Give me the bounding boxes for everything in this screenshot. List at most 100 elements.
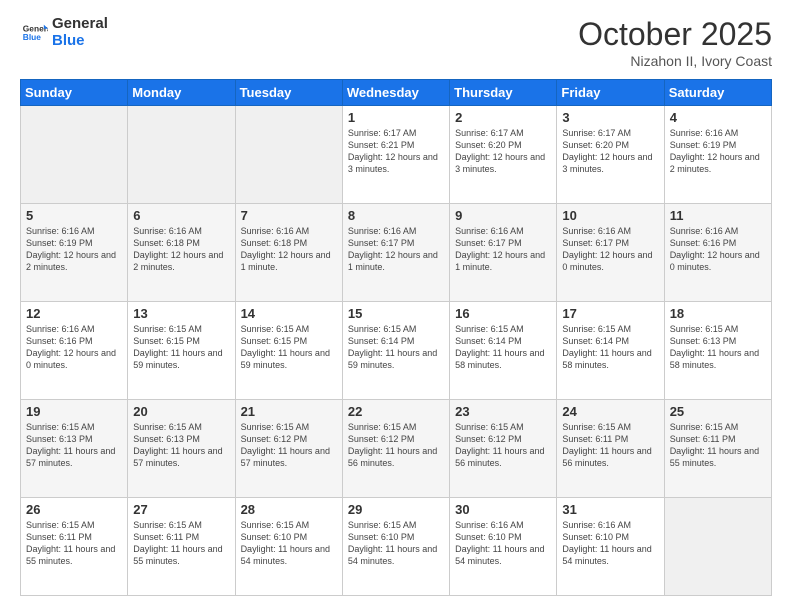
table-row: [21, 106, 128, 204]
day-number: 21: [241, 404, 337, 419]
table-row: 5Sunrise: 6:16 AM Sunset: 6:19 PM Daylig…: [21, 204, 128, 302]
day-number: 22: [348, 404, 444, 419]
col-wednesday: Wednesday: [342, 80, 449, 106]
day-number: 13: [133, 306, 229, 321]
calendar-week-row: 26 Sunrise: 6:15 AM Sunset: 6:11 PM Dayli…: [21, 498, 772, 596]
day-number: 19: [26, 404, 122, 419]
day-info: Sunrise: 6:15 AM Sunset: 6:11 PM Dayligh…: [562, 421, 658, 470]
table-row: 18Sunrise: 6:15 AM Sunset: 6:13 PM Dayli…: [664, 302, 771, 400]
day-info: Sunrise: 6:15 AM Sunset: 6:10 PM Dayligh…: [241, 519, 337, 568]
table-row: [235, 106, 342, 204]
svg-text:Blue: Blue: [23, 32, 41, 42]
table-row: 15 Sunrise: 6:15 AM Sunset: 6:14 PM Dayli…: [342, 302, 449, 400]
table-row: 6 Sunrise: 6:16 AM Sunset: 6:18 PM Daylig…: [128, 204, 235, 302]
table-row: 22Sunrise: 6:15 AM Sunset: 6:12 PM Dayli…: [342, 400, 449, 498]
day-info: Sunrise: 6:16 AM Sunset: 6:10 PM Dayligh…: [562, 519, 658, 568]
day-info: Sunrise: 6:17 AM Sunset: 6:21 PM Dayligh…: [348, 127, 444, 176]
day-number: 29: [348, 502, 444, 517]
day-number: 18: [670, 306, 766, 321]
day-info: Sunrise: 6:15 AM Sunset: 6:11 PM Dayligh…: [26, 519, 122, 568]
col-monday: Monday: [128, 80, 235, 106]
table-row: [128, 106, 235, 204]
header: General Blue General Blue October 2025 N…: [20, 16, 772, 69]
table-row: 14 Sunrise: 6:15 AM Sunset: 6:15 PM Dayli…: [235, 302, 342, 400]
table-row: 19 Sunrise: 6:15 AM Sunset: 6:13 PM Dayli…: [21, 400, 128, 498]
day-info: Sunrise: 6:15 AM Sunset: 6:14 PM Dayligh…: [455, 323, 551, 372]
day-number: 14: [241, 306, 337, 321]
table-row: 16 Sunrise: 6:15 AM Sunset: 6:14 PM Dayli…: [450, 302, 557, 400]
table-row: 8 Sunrise: 6:16 AM Sunset: 6:17 PM Daylig…: [342, 204, 449, 302]
day-info: Sunrise: 6:16 AM Sunset: 6:17 PM Dayligh…: [348, 225, 444, 274]
day-number: 4: [670, 110, 766, 125]
table-row: 7 Sunrise: 6:16 AM Sunset: 6:18 PM Daylig…: [235, 204, 342, 302]
day-number: 1: [348, 110, 444, 125]
day-number: 7: [241, 208, 337, 223]
day-info: Sunrise: 6:16 AM Sunset: 6:18 PM Dayligh…: [241, 225, 337, 274]
day-number: 15: [348, 306, 444, 321]
day-number: 28: [241, 502, 337, 517]
day-number: 6: [133, 208, 229, 223]
title-block: October 2025 Nizahon II, Ivory Coast: [578, 16, 772, 69]
day-number: 16: [455, 306, 551, 321]
table-row: 28 Sunrise: 6:15 AM Sunset: 6:10 PM Dayli…: [235, 498, 342, 596]
day-info: Sunrise: 6:16 AM Sunset: 6:18 PM Dayligh…: [133, 225, 229, 274]
col-thursday: Thursday: [450, 80, 557, 106]
day-number: 10: [562, 208, 658, 223]
table-row: 13 Sunrise: 6:15 AM Sunset: 6:15 PM Dayli…: [128, 302, 235, 400]
day-number: 17: [562, 306, 658, 321]
table-row: 27Sunrise: 6:15 AM Sunset: 6:11 PM Dayli…: [128, 498, 235, 596]
logo-icon: General Blue: [20, 19, 48, 47]
day-info: Sunrise: 6:16 AM Sunset: 6:19 PM Dayligh…: [670, 127, 766, 176]
day-info: Sunrise: 6:15 AM Sunset: 6:10 PM Dayligh…: [348, 519, 444, 568]
day-number: 9: [455, 208, 551, 223]
table-row: 3 Sunrise: 6:17 AM Sunset: 6:20 PM Daylig…: [557, 106, 664, 204]
col-saturday: Saturday: [664, 80, 771, 106]
day-number: 20: [133, 404, 229, 419]
logo-text-blue: Blue: [52, 33, 108, 50]
day-info: Sunrise: 6:15 AM Sunset: 6:13 PM Dayligh…: [26, 421, 122, 470]
day-info: Sunrise: 6:16 AM Sunset: 6:10 PM Dayligh…: [455, 519, 551, 568]
day-number: 3: [562, 110, 658, 125]
calendar-week-row: 1 Sunrise: 6:17 AM Sunset: 6:21 PM Daylig…: [21, 106, 772, 204]
day-info: Sunrise: 6:17 AM Sunset: 6:20 PM Dayligh…: [562, 127, 658, 176]
col-tuesday: Tuesday: [235, 80, 342, 106]
day-number: 31: [562, 502, 658, 517]
day-info: Sunrise: 6:15 AM Sunset: 6:14 PM Dayligh…: [348, 323, 444, 372]
day-info: Sunrise: 6:17 AM Sunset: 6:20 PM Dayligh…: [455, 127, 551, 176]
table-row: 17Sunrise: 6:15 AM Sunset: 6:14 PM Dayli…: [557, 302, 664, 400]
table-row: 12Sunrise: 6:16 AM Sunset: 6:16 PM Dayli…: [21, 302, 128, 400]
calendar-week-row: 12Sunrise: 6:16 AM Sunset: 6:16 PM Dayli…: [21, 302, 772, 400]
table-row: [664, 498, 771, 596]
day-info: Sunrise: 6:15 AM Sunset: 6:11 PM Dayligh…: [670, 421, 766, 470]
day-number: 8: [348, 208, 444, 223]
table-row: 9 Sunrise: 6:16 AM Sunset: 6:17 PM Daylig…: [450, 204, 557, 302]
table-row: 31 Sunrise: 6:16 AM Sunset: 6:10 PM Dayli…: [557, 498, 664, 596]
day-info: Sunrise: 6:15 AM Sunset: 6:12 PM Dayligh…: [455, 421, 551, 470]
table-row: 4 Sunrise: 6:16 AM Sunset: 6:19 PM Daylig…: [664, 106, 771, 204]
table-row: 30Sunrise: 6:16 AM Sunset: 6:10 PM Dayli…: [450, 498, 557, 596]
table-row: 10 Sunrise: 6:16 AM Sunset: 6:17 PM Dayli…: [557, 204, 664, 302]
table-row: 25Sunrise: 6:15 AM Sunset: 6:11 PM Dayli…: [664, 400, 771, 498]
logo-text-general: General: [52, 16, 108, 33]
logo: General Blue General Blue: [20, 16, 108, 49]
table-row: 26 Sunrise: 6:15 AM Sunset: 6:11 PM Dayli…: [21, 498, 128, 596]
table-row: 24 Sunrise: 6:15 AM Sunset: 6:11 PM Dayli…: [557, 400, 664, 498]
day-info: Sunrise: 6:15 AM Sunset: 6:15 PM Dayligh…: [133, 323, 229, 372]
col-sunday: Sunday: [21, 80, 128, 106]
table-row: 21 Sunrise: 6:15 AM Sunset: 6:12 PM Dayli…: [235, 400, 342, 498]
day-number: 2: [455, 110, 551, 125]
day-info: Sunrise: 6:16 AM Sunset: 6:17 PM Dayligh…: [455, 225, 551, 274]
table-row: 11Sunrise: 6:16 AM Sunset: 6:16 PM Dayli…: [664, 204, 771, 302]
day-info: Sunrise: 6:15 AM Sunset: 6:12 PM Dayligh…: [241, 421, 337, 470]
day-info: Sunrise: 6:16 AM Sunset: 6:16 PM Dayligh…: [670, 225, 766, 274]
calendar-week-row: 19 Sunrise: 6:15 AM Sunset: 6:13 PM Dayli…: [21, 400, 772, 498]
day-info: Sunrise: 6:15 AM Sunset: 6:15 PM Dayligh…: [241, 323, 337, 372]
table-row: 2 Sunrise: 6:17 AM Sunset: 6:20 PM Daylig…: [450, 106, 557, 204]
day-info: Sunrise: 6:15 AM Sunset: 6:11 PM Dayligh…: [133, 519, 229, 568]
day-number: 24: [562, 404, 658, 419]
calendar-week-row: 5Sunrise: 6:16 AM Sunset: 6:19 PM Daylig…: [21, 204, 772, 302]
day-info: Sunrise: 6:16 AM Sunset: 6:17 PM Dayligh…: [562, 225, 658, 274]
day-number: 26: [26, 502, 122, 517]
table-row: 1 Sunrise: 6:17 AM Sunset: 6:21 PM Daylig…: [342, 106, 449, 204]
day-info: Sunrise: 6:15 AM Sunset: 6:13 PM Dayligh…: [133, 421, 229, 470]
